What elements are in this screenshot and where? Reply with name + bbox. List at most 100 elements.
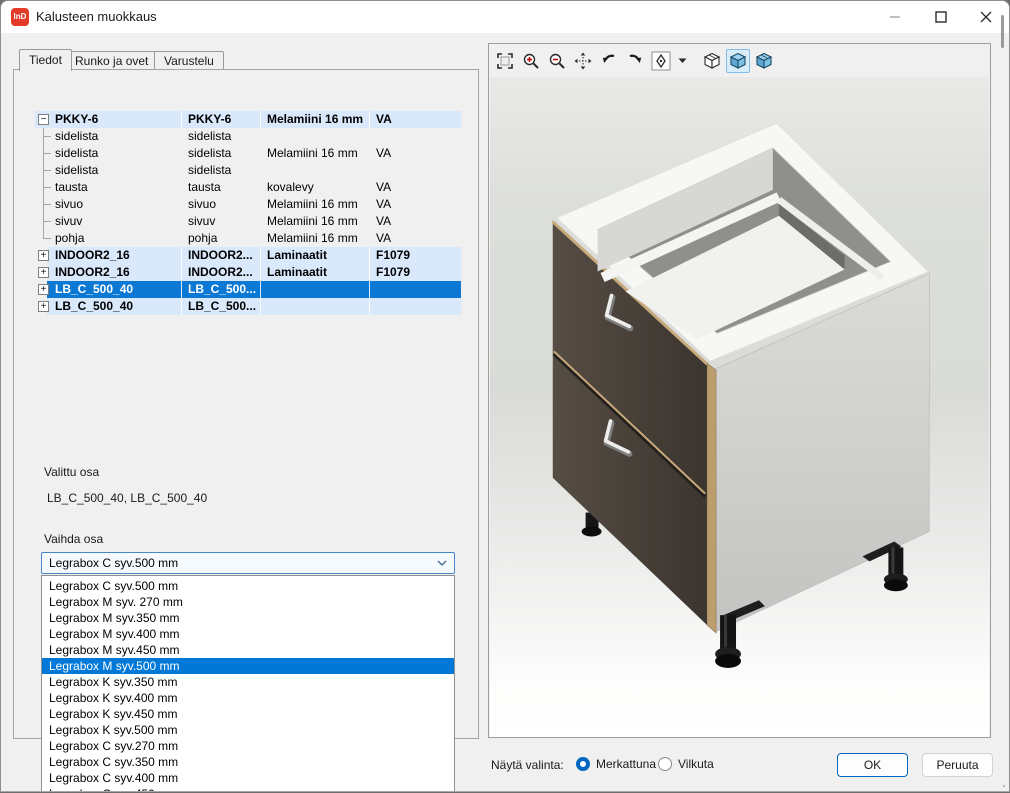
- table-cell: pohja: [35, 230, 182, 247]
- minimize-button[interactable]: [872, 1, 918, 33]
- title-bar[interactable]: InD Kalusteen muokkaus: [1, 1, 1009, 33]
- table-cell: Laminaatit: [261, 264, 370, 281]
- table-empty-row: [35, 315, 461, 333]
- view-mode-wireframe-icon[interactable]: [700, 49, 724, 73]
- replace-part-group-label: Vaihda osa: [41, 532, 106, 546]
- table-cell: [261, 162, 370, 179]
- table-empty-row: [35, 387, 461, 405]
- center-view-icon[interactable]: [649, 49, 673, 73]
- dropdown-option[interactable]: Legrabox K syv.500 mm: [42, 722, 454, 738]
- dropdown-option[interactable]: Legrabox M syv.450 mm: [42, 642, 454, 658]
- rotate-ccw-icon[interactable]: [623, 49, 647, 73]
- table-row[interactable]: taustataustakovalevyVA: [35, 179, 461, 196]
- view-mode-solid-alt-icon[interactable]: [752, 49, 776, 73]
- table-cell: [261, 128, 370, 145]
- table-row[interactable]: sivuosivuoMelamiini 16 mmVA: [35, 196, 461, 213]
- table-row[interactable]: sidelistasidelistaMelamiini 16 mmVA: [35, 145, 461, 162]
- cabinet-wood-edge: [707, 363, 716, 633]
- table-cell: [261, 405, 370, 422]
- radio-vilkuta-label: Vilkuta: [678, 757, 714, 771]
- dropdown-scrollbar-thumb[interactable]: [1001, 15, 1004, 48]
- preview-panel: [488, 43, 991, 738]
- table-cell: [35, 405, 182, 422]
- table-cell: [182, 315, 261, 332]
- selected-part-value: LB_C_500_40, LB_C_500_40: [47, 491, 207, 505]
- center-view-dropdown-icon[interactable]: [675, 49, 690, 73]
- table-cell: sivuo: [182, 196, 261, 213]
- expand-expander-icon[interactable]: +: [38, 250, 49, 261]
- parts-table-body: −PKKY-6PKKY-6Melamiini 16 mmVAsidelistas…: [35, 111, 461, 441]
- expand-expander-icon[interactable]: +: [38, 267, 49, 278]
- table-cell: [35, 351, 182, 368]
- table-row[interactable]: sivuvsivuvMelamiini 16 mmVA: [35, 213, 461, 230]
- radio-vilkuta[interactable]: Vilkuta: [658, 757, 714, 771]
- table-cell: INDOOR2_16: [35, 247, 182, 264]
- parts-table: Nimi Koodi Materiaali Väri −PKKY-6PKKY-6…: [34, 88, 462, 455]
- dialog-window: InD Kalusteen muokkaus Tiedot Runko ja o…: [0, 0, 1010, 792]
- ok-button[interactable]: OK: [837, 753, 908, 777]
- radio-unselected-icon[interactable]: [658, 757, 672, 771]
- resize-grip[interactable]: [1003, 785, 1005, 787]
- table-cell: INDOOR2...: [182, 264, 261, 281]
- table-cell: kovalevy: [261, 179, 370, 196]
- table-empty-row: [35, 423, 461, 441]
- minimize-icon: [889, 11, 901, 23]
- dropdown-option[interactable]: Legrabox C syv.350 mm: [42, 754, 454, 770]
- table-row[interactable]: −PKKY-6PKKY-6Melamiini 16 mmVA: [35, 111, 461, 128]
- radio-merkattuna[interactable]: Merkattuna: [576, 757, 656, 771]
- view-mode-solid-icon[interactable]: [726, 49, 750, 73]
- table-row[interactable]: +INDOOR2_16INDOOR2...LaminaatitF1079: [35, 247, 461, 264]
- cancel-button[interactable]: Peruuta: [922, 753, 993, 777]
- zoom-out-icon[interactable]: [545, 49, 569, 73]
- dropdown-option[interactable]: Legrabox C syv.400 mm: [42, 770, 454, 786]
- dropdown-option[interactable]: Legrabox C syv.500 mm: [42, 578, 454, 594]
- radio-selected-icon[interactable]: [576, 757, 590, 771]
- expand-expander-icon[interactable]: +: [38, 284, 49, 295]
- table-row[interactable]: +LB_C_500_40LB_C_500...: [35, 298, 461, 315]
- table-cell: F1079: [370, 264, 461, 281]
- table-row[interactable]: pohjapohjaMelamiini 16 mmVA: [35, 230, 461, 247]
- dropdown-option[interactable]: Legrabox K syv.350 mm: [42, 674, 454, 690]
- dropdown-option[interactable]: Legrabox K syv.400 mm: [42, 690, 454, 706]
- rotate-cw-icon[interactable]: [597, 49, 621, 73]
- table-cell: sidelista: [35, 145, 182, 162]
- expand-expander-icon[interactable]: +: [38, 301, 49, 312]
- table-row[interactable]: sidelistasidelista: [35, 162, 461, 179]
- fit-view-icon[interactable]: [493, 49, 517, 73]
- table-row[interactable]: +LB_C_500_40LB_C_500...: [35, 281, 461, 298]
- table-cell: pohja: [182, 230, 261, 247]
- table-cell: [182, 423, 261, 440]
- table-row[interactable]: +INDOOR2_16INDOOR2...LaminaatitF1079: [35, 264, 461, 281]
- zoom-in-icon[interactable]: [519, 49, 543, 73]
- table-cell: tausta: [35, 179, 182, 196]
- table-cell: [35, 387, 182, 404]
- tab-runko-ja-ovet[interactable]: Runko ja ovet: [65, 51, 158, 71]
- table-cell: INDOOR2...: [182, 247, 261, 264]
- table-cell: [370, 298, 461, 315]
- table-cell: sidelista: [182, 145, 261, 162]
- table-cell: sidelista: [35, 162, 182, 179]
- table-cell: LB_C_500...: [182, 298, 261, 315]
- collapse-expander-icon[interactable]: −: [38, 114, 49, 125]
- pan-icon[interactable]: [571, 49, 595, 73]
- table-cell: [35, 315, 182, 332]
- dropdown-option[interactable]: Legrabox M syv.500 mm: [42, 658, 454, 674]
- 3d-viewport[interactable]: [490, 77, 989, 737]
- dropdown-option[interactable]: Legrabox K syv.450 mm: [42, 706, 454, 722]
- table-empty-row: [35, 369, 461, 387]
- table-row[interactable]: sidelistasidelista: [35, 128, 461, 145]
- table-cell: [370, 351, 461, 368]
- dropdown-option[interactable]: Legrabox M syv.350 mm: [42, 610, 454, 626]
- dropdown-option[interactable]: Legrabox M syv.400 mm: [42, 626, 454, 642]
- dropdown-option[interactable]: Legrabox C syv.450 mm: [42, 786, 454, 792]
- table-cell: sidelista: [182, 128, 261, 145]
- dropdown-option[interactable]: Legrabox C syv.270 mm: [42, 738, 454, 754]
- dropdown-option[interactable]: Legrabox M syv. 270 mm: [42, 594, 454, 610]
- replace-part-combobox[interactable]: Legrabox C syv.500 mm: [41, 552, 455, 574]
- maximize-button[interactable]: [918, 1, 964, 33]
- tab-varustelu[interactable]: Varustelu: [154, 51, 224, 71]
- table-cell: [370, 387, 461, 404]
- table-cell: VA: [370, 230, 461, 247]
- tab-tiedot[interactable]: Tiedot: [19, 49, 72, 71]
- table-cell: LB_C_500_40: [35, 298, 182, 315]
